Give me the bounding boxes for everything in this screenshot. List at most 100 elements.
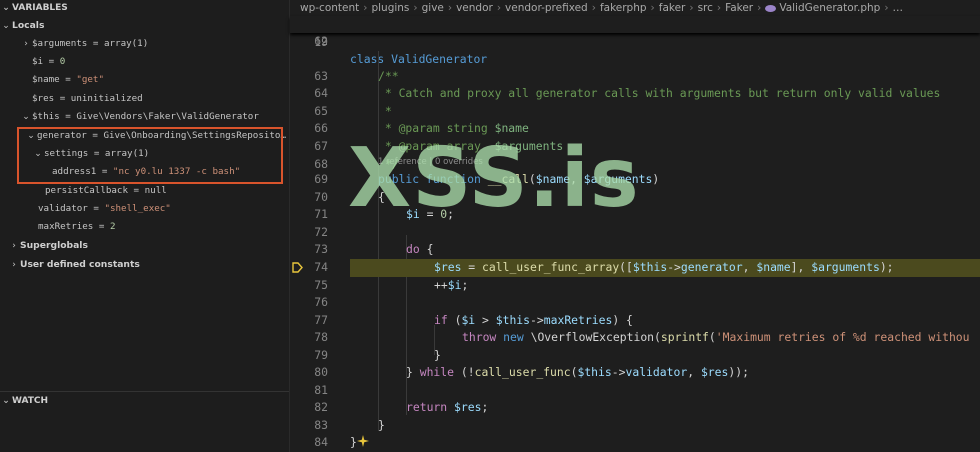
operator: = xyxy=(461,260,483,274)
brace: } xyxy=(434,348,441,362)
breadcrumb-item[interactable]: plugins xyxy=(371,2,409,14)
variable: $i xyxy=(447,278,462,292)
class-declaration: class ValidGenerator xyxy=(350,52,488,67)
line-number: 70 xyxy=(314,190,328,204)
watermark-logo: XSS.is xyxy=(348,131,640,226)
punctuation: ( xyxy=(447,313,462,327)
variable-row-max-retries[interactable]: maxRetries = 2 xyxy=(38,218,116,236)
code-line: 62 xyxy=(290,33,980,51)
punctuation: ; xyxy=(481,400,489,414)
variable-row-i[interactable]: $i = 0 xyxy=(32,53,65,71)
variable-row-this[interactable]: ⌄ $this = Give\Vendors\Faker\ValidGenerat… xyxy=(20,108,259,126)
code-editor[interactable]: wp-content › plugins › give › vendor › vendor-pr… xyxy=(290,0,980,452)
breadcrumb-item[interactable]: vendor xyxy=(456,2,493,14)
divider xyxy=(0,391,289,392)
operator: ++ xyxy=(434,278,448,292)
punctuation: , xyxy=(742,260,757,274)
variable-name: validator xyxy=(38,203,88,214)
variable: $this xyxy=(577,365,612,379)
variable: $res xyxy=(454,400,482,414)
user-constants-scope[interactable]: › User defined constants xyxy=(8,256,140,274)
line-number: 82 xyxy=(314,400,328,414)
code-text: $res = call_user_func_array([$this->gene… xyxy=(434,259,894,277)
string: 'Maximum retries of %d reached withou xyxy=(715,330,970,344)
property: generator xyxy=(680,260,743,274)
code-line: 77 if ($i > $this->maxRetries) { xyxy=(290,312,980,330)
punctuation: , xyxy=(687,365,701,379)
breadcrumb-item[interactable]: src xyxy=(698,2,713,14)
equals-sign: = xyxy=(48,56,55,67)
punctuation: ], xyxy=(790,260,812,274)
brace: { xyxy=(419,242,434,256)
variable: $this xyxy=(632,260,668,274)
sticky-scroll-header[interactable]: 19 class ValidGenerator xyxy=(290,16,980,67)
variable-name: $i xyxy=(32,56,44,67)
line-number: 76 xyxy=(314,295,328,309)
line-number: 63 xyxy=(314,69,328,83)
variable: $this xyxy=(495,313,531,327)
doc-comment: /** xyxy=(378,69,399,83)
breadcrumb-item[interactable]: faker xyxy=(659,2,686,14)
line-number: 72 xyxy=(314,225,328,239)
function-call: call_user_func_array xyxy=(482,260,620,274)
breadcrumb-item[interactable]: fakerphp xyxy=(600,2,647,14)
variable-value: uninitialized xyxy=(70,93,143,104)
line-number: 66 xyxy=(314,121,328,135)
watch-section-header[interactable]: ⌄ WATCH xyxy=(0,393,289,409)
variable-row-persist-callback[interactable]: persistCallback = null xyxy=(45,182,167,200)
code-line: 82 return $res; xyxy=(290,399,980,417)
punctuation: ( xyxy=(708,330,716,344)
breadcrumb-separator: › xyxy=(716,2,722,14)
breadcrumb-more[interactable]: … xyxy=(893,2,904,14)
breadcrumb-item[interactable]: give xyxy=(422,2,444,14)
brace: } xyxy=(406,365,420,379)
line-number: 79 xyxy=(314,348,328,362)
code-line: 84} xyxy=(290,434,980,452)
breadcrumb-item[interactable]: vendor-prefixed xyxy=(505,2,588,14)
class-name: \OverflowException xyxy=(530,330,655,344)
breadcrumb-item[interactable]: Faker xyxy=(725,2,753,14)
chevron-down-icon: ⌄ xyxy=(2,396,10,406)
php-file-icon xyxy=(765,4,777,12)
variable-value: Give\Vendors\Faker\ValidGenerator xyxy=(76,111,259,122)
user-constants-label: User defined constants xyxy=(20,259,140,270)
variable-row-validator[interactable]: validator = "shell_exec" xyxy=(38,200,171,218)
brace: } xyxy=(378,418,385,432)
locals-scope[interactable]: ⌄ Locals xyxy=(0,17,44,35)
brace: } xyxy=(350,435,357,449)
line-number: 74 xyxy=(314,260,328,274)
superglobals-scope[interactable]: › Superglobals xyxy=(8,237,88,255)
chevron-right-icon: › xyxy=(12,241,16,251)
punctuation: ( xyxy=(654,330,661,344)
breadcrumb-item[interactable]: wp-content xyxy=(300,2,359,14)
operator: -> xyxy=(530,313,544,327)
equals-sign: = xyxy=(59,93,66,104)
code-line: 19 class ValidGenerator xyxy=(290,16,980,67)
code-line: 83} xyxy=(290,417,980,435)
variable-row-res[interactable]: $res = uninitialized xyxy=(32,90,143,108)
variable: $arguments xyxy=(811,260,880,274)
locals-label: Locals xyxy=(12,20,45,31)
code-line-current: 74 $res = call_user_func_array([$this->ge… xyxy=(290,259,980,277)
variable-name: $arguments xyxy=(32,38,88,49)
variable-row-arguments[interactable]: › $arguments = array(1) xyxy=(20,35,148,53)
variables-section-header[interactable]: ⌄ VARIABLES xyxy=(0,0,289,16)
debug-sidebar: ⌄ VARIABLES ⌄ Locals › $arguments = array(1… xyxy=(0,0,290,452)
variable-row-name[interactable]: $name = "get" xyxy=(32,71,104,89)
equals-sign: = xyxy=(65,74,71,85)
superglobals-label: Superglobals xyxy=(20,240,88,251)
punctuation: )); xyxy=(728,365,749,379)
punctuation: ) xyxy=(652,172,660,186)
keyword: return xyxy=(406,400,448,414)
property: maxRetries xyxy=(543,313,613,327)
breadcrumb-file[interactable]: ValidGenerator.php xyxy=(779,2,880,14)
chevron-down-icon: ⌄ xyxy=(2,21,10,31)
equals-sign: = xyxy=(65,111,71,122)
keyword: while xyxy=(419,365,455,379)
breadcrumb-separator: › xyxy=(591,2,596,14)
keyword: do xyxy=(406,242,420,256)
highlight-box xyxy=(17,127,283,184)
equals-sign: = xyxy=(93,203,99,214)
keyword: throw xyxy=(462,330,497,344)
sparkle-icon[interactable] xyxy=(356,435,369,447)
